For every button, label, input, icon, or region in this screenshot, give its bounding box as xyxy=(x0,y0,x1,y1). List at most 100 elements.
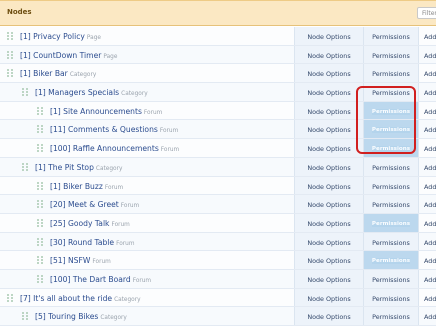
node-options-button[interactable]: Node Options xyxy=(294,157,363,176)
node-row[interactable]: [100] Raffle Announcements Forum Node Opti… xyxy=(0,139,436,158)
permissions-button[interactable]: Permissions xyxy=(363,269,418,288)
add-child-button[interactable]: Add xyxy=(418,269,436,288)
drag-handle-icon[interactable] xyxy=(37,181,43,191)
permissions-button[interactable]: Permissions xyxy=(363,232,418,251)
node-name[interactable]: [11] Comments & Questions xyxy=(50,125,158,134)
node-options-button[interactable]: Node Options xyxy=(294,288,363,307)
permissions-button[interactable]: Permissions xyxy=(363,213,418,232)
add-child-button[interactable]: Add xyxy=(418,101,436,120)
add-child-button[interactable]: Add xyxy=(418,213,436,232)
node-options-button[interactable]: Node Options xyxy=(294,232,363,251)
node-options-button[interactable]: Node Options xyxy=(294,101,363,120)
node-options-button[interactable]: Node Options xyxy=(294,176,363,195)
node-name[interactable]: [100] The Dart Board xyxy=(50,275,131,284)
node-row[interactable]: [1] Site Announcements Forum Node Options P… xyxy=(0,101,436,121)
permissions-button[interactable]: Permissions xyxy=(363,120,418,139)
add-child-button[interactable]: Add xyxy=(418,157,436,176)
node-row[interactable]: [25] Goody Talk Forum Node Options Permissi… xyxy=(0,213,436,233)
permissions-button[interactable]: Permissions xyxy=(363,139,418,157)
node-name[interactable]: [30] Round Table xyxy=(50,238,114,247)
node-row[interactable]: [1] Privacy Policy Page Node Options Permis… xyxy=(0,27,436,46)
permissions-button[interactable]: Permissions xyxy=(363,251,418,269)
permissions-button[interactable]: Permissions xyxy=(363,288,418,307)
filter-input[interactable]: Filter xyxy=(417,7,436,19)
add-child-button[interactable]: Add xyxy=(418,232,436,251)
node-name[interactable]: [1] Biker Buzz xyxy=(50,182,103,191)
add-child-button[interactable]: Add xyxy=(418,176,436,195)
permissions-button[interactable]: Permissions xyxy=(363,64,418,83)
node-link[interactable]: [11] Comments & Questions Forum xyxy=(50,125,178,134)
node-name[interactable]: [51] NSFW xyxy=(50,256,90,265)
node-options-button[interactable]: Node Options xyxy=(294,195,363,213)
node-options-button[interactable]: Node Options xyxy=(294,45,363,64)
node-link[interactable]: [1] Biker Buzz Forum xyxy=(50,182,123,191)
node-link[interactable]: [5] Touring Bikes Category xyxy=(35,312,127,321)
drag-handle-icon[interactable] xyxy=(22,312,28,321)
node-options-button[interactable]: Node Options xyxy=(294,83,363,101)
drag-handle-icon[interactable] xyxy=(7,293,13,303)
node-row[interactable]: [20] Meet & Greet Forum Node Options Permis… xyxy=(0,195,436,214)
node-options-button[interactable]: Node Options xyxy=(294,269,363,288)
drag-handle-icon[interactable] xyxy=(37,200,43,209)
node-row[interactable]: [1] CountDown Timer Page Node Options Permi… xyxy=(0,45,436,65)
node-options-button[interactable]: Node Options xyxy=(294,251,363,269)
node-options-button[interactable]: Node Options xyxy=(294,213,363,232)
permissions-button[interactable]: Permissions xyxy=(363,307,418,325)
node-options-button[interactable]: Node Options xyxy=(294,64,363,83)
add-child-button[interactable]: Add xyxy=(418,83,436,101)
node-name[interactable]: [7] It's all about the ride xyxy=(20,294,112,303)
node-row[interactable]: [100] The Dart Board Forum Node Options Per… xyxy=(0,269,436,289)
node-name[interactable]: [1] The Pit Stop xyxy=(35,163,94,172)
add-child-button[interactable]: Add xyxy=(418,288,436,307)
add-child-button[interactable]: Add xyxy=(418,139,436,157)
node-name[interactable]: [1] CountDown Timer xyxy=(20,51,101,60)
add-child-button[interactable]: Add xyxy=(418,195,436,213)
node-link[interactable]: [25] Goody Talk Forum xyxy=(50,219,130,228)
permissions-button[interactable]: Permissions xyxy=(363,101,418,120)
node-name[interactable]: [1] Managers Specials xyxy=(35,88,119,97)
node-name[interactable]: [25] Goody Talk xyxy=(50,219,109,228)
node-link[interactable]: [30] Round Table Forum xyxy=(50,238,134,247)
node-row[interactable]: [51] NSFW Forum Node Options Permissions Add xyxy=(0,251,436,270)
permissions-button[interactable]: Permissions xyxy=(363,45,418,64)
node-row[interactable]: [11] Comments & Questions Forum Node Optio… xyxy=(0,120,436,140)
node-link[interactable]: [1] CountDown Timer Page xyxy=(20,51,117,60)
add-child-button[interactable]: Add xyxy=(418,64,436,83)
node-options-button[interactable]: Node Options xyxy=(294,139,363,157)
node-name[interactable]: [1] Site Announcements xyxy=(50,107,142,116)
node-link[interactable]: [51] NSFW Forum xyxy=(50,256,111,265)
node-link[interactable]: [1] The Pit Stop Category xyxy=(35,163,122,172)
node-row[interactable]: [30] Round Table Forum Node Options Permiss… xyxy=(0,232,436,252)
node-row[interactable]: [1] Managers Specials Category Node Option… xyxy=(0,83,436,102)
add-child-button[interactable]: Add xyxy=(418,251,436,269)
drag-handle-icon[interactable] xyxy=(7,69,13,78)
drag-handle-icon[interactable] xyxy=(7,50,13,60)
node-options-button[interactable]: Node Options xyxy=(294,27,363,45)
node-options-button[interactable]: Node Options xyxy=(294,307,363,325)
permissions-button[interactable]: Permissions xyxy=(363,27,418,45)
node-link[interactable]: [100] The Dart Board Forum xyxy=(50,275,151,284)
drag-handle-icon[interactable] xyxy=(22,162,28,172)
drag-handle-icon[interactable] xyxy=(37,106,43,116)
drag-handle-icon[interactable] xyxy=(37,125,43,134)
node-link[interactable]: [20] Meet & Greet Forum xyxy=(50,200,139,209)
add-child-button[interactable]: Add xyxy=(418,307,436,325)
node-link[interactable]: [1] Biker Bar Category xyxy=(20,69,96,78)
permissions-button[interactable]: Permissions xyxy=(363,195,418,213)
drag-handle-icon[interactable] xyxy=(37,274,43,284)
permissions-button[interactable]: Permissions xyxy=(363,83,418,101)
drag-handle-icon[interactable] xyxy=(37,237,43,247)
permissions-button[interactable]: Permissions xyxy=(363,176,418,195)
node-link[interactable]: [1] Privacy Policy Page xyxy=(20,32,101,41)
drag-handle-icon[interactable] xyxy=(37,256,43,265)
drag-handle-icon[interactable] xyxy=(37,144,43,153)
node-row[interactable]: [1] Biker Bar Category Node Options Permiss… xyxy=(0,64,436,84)
node-link[interactable]: [7] It's all about the ride Category xyxy=(20,294,141,303)
drag-handle-icon[interactable] xyxy=(37,218,43,228)
node-row[interactable]: [5] Touring Bikes Category Node Options Per… xyxy=(0,307,436,326)
drag-handle-icon[interactable] xyxy=(22,88,28,97)
node-row[interactable]: [7] It's all about the ride Category Node … xyxy=(0,288,436,308)
node-name[interactable]: [5] Touring Bikes xyxy=(35,312,98,321)
node-options-button[interactable]: Node Options xyxy=(294,120,363,139)
add-child-button[interactable]: Add xyxy=(418,27,436,45)
